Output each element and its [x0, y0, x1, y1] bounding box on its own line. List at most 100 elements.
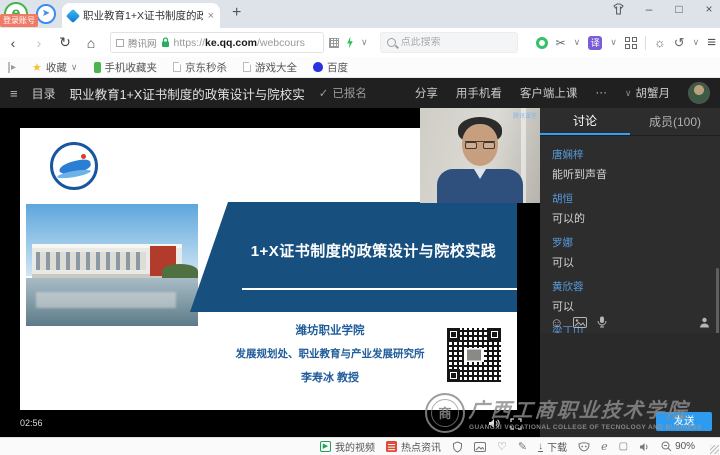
browser-status-bar: ▶我的视频 热点资讯 ♡ ✎ ↓下载 e ▢ 90% — [0, 437, 720, 455]
note-pen-icon[interactable]: ✎ — [518, 440, 527, 453]
chat-message: 唐娴梓 能听到声音 — [552, 147, 708, 182]
home-button[interactable]: ⌂ — [78, 35, 104, 51]
chevron-down-icon[interactable]: ∨ — [361, 37, 368, 48]
bookmark-games[interactable]: 游戏大全 — [243, 60, 297, 75]
back-button[interactable]: ‹ — [0, 35, 26, 51]
forward-button[interactable]: › — [26, 35, 52, 51]
site-label[interactable]: 腾讯网 — [128, 36, 157, 50]
phone-icon — [94, 62, 101, 73]
member-list-icon[interactable] — [699, 317, 710, 328]
apps-grid-icon[interactable] — [625, 37, 637, 49]
volume-icon[interactable] — [488, 418, 500, 429]
tab-favicon-icon — [66, 8, 80, 22]
address-bar[interactable]: 腾讯网 https://ke.qq.com/webcours — [110, 32, 324, 53]
ie-compat-icon[interactable]: e — [601, 440, 608, 453]
bookmark-jd[interactable]: 京东秒杀 — [173, 60, 227, 75]
page-icon — [173, 62, 181, 72]
zoom-level: 90% — [675, 441, 695, 452]
campus-photo — [26, 204, 198, 326]
restore-tabs-icon[interactable]: ↺ — [674, 35, 685, 51]
video-player[interactable]: 1+X证书制度的政策设计与院校实践 潍坊职业学院 发展规划处、职业教育与产业发展… — [0, 108, 540, 437]
watch-on-phone-button[interactable]: 用手机看 — [456, 85, 502, 101]
send-button[interactable]: 发送 — [656, 412, 712, 431]
translate-dropdown-icon[interactable]: ∨ — [610, 37, 617, 48]
side-panel-icon[interactable]: ▸ — [8, 62, 16, 73]
zoom-control[interactable]: 90% — [661, 441, 695, 452]
player-control-bar[interactable]: 02:56 — [0, 410, 540, 437]
user-menu[interactable]: ∨胡蟹月 — [625, 85, 670, 101]
message-text: 可以 — [552, 254, 708, 270]
image-upload-icon[interactable] — [573, 317, 587, 328]
mute-speaker-icon[interactable] — [639, 442, 650, 452]
more-button[interactable]: ··· — [595, 87, 607, 99]
screenshot-dropdown-icon[interactable]: ∨ — [574, 37, 581, 48]
tab-discussion[interactable]: 讨论 — [540, 108, 630, 135]
skin-icon[interactable] — [612, 3, 626, 15]
close-button[interactable]: × — [702, 2, 716, 16]
slide-title-band: 1+X证书制度的政策设计与院校实践 — [190, 202, 517, 312]
site-icon — [116, 39, 124, 47]
star-icon: ★ — [32, 61, 42, 74]
screenshot-tool-icon[interactable] — [474, 442, 486, 452]
hot-news-button[interactable]: 热点资讯 — [386, 439, 441, 454]
new-tab-button[interactable]: + — [232, 4, 241, 22]
course-page: ≡ 目录 职业教育1+X证书制度的政策设计与院校实 ✓已报名 分享 用手机看 客… — [0, 78, 720, 437]
screenshot-scissors-icon[interactable]: ✂ — [556, 36, 566, 50]
favorites-dropdown-icon[interactable]: ∨ — [71, 62, 78, 73]
bookmark-favorites[interactable]: ★收藏∨ — [32, 60, 77, 75]
chat-message: 胡恒 可以的 — [552, 191, 708, 226]
course-title: 职业教育1+X证书制度的政策设计与院校实 — [70, 84, 305, 103]
url-text: https://ke.qq.com/webcours — [174, 37, 305, 49]
secure-lock-icon — [161, 37, 170, 48]
message-author: 唐娴梓 — [552, 147, 708, 162]
flash-accelerate-icon[interactable] — [346, 37, 354, 49]
divider — [242, 288, 520, 290]
bookmark-baidu[interactable]: 百度 — [313, 60, 348, 75]
slide-title: 1+X证书制度的政策设计与院校实践 — [236, 240, 511, 261]
tab-close-icon[interactable]: × — [208, 10, 214, 22]
security-shield-icon[interactable] — [452, 441, 463, 453]
speed-mode-icon[interactable]: ➤ — [36, 4, 56, 24]
menu-icon[interactable]: ≡ — [707, 34, 716, 51]
login-account-badge[interactable]: 登录账号 — [0, 14, 38, 27]
search-box[interactable] — [380, 32, 518, 53]
fullscreen-icon[interactable] — [510, 418, 522, 430]
favorites-heart-icon[interactable]: ♡ — [497, 440, 507, 453]
my-videos-button[interactable]: ▶我的视频 — [320, 439, 375, 454]
chat-sidebar: 讨论 成员(100) 唐娴梓 能听到声音 胡恒 可以的 罗娜 可以 黄欣蓉 — [540, 108, 720, 437]
check-icon: ✓ — [319, 86, 329, 100]
enrolled-badge: ✓已报名 — [319, 85, 367, 101]
proxy-ring-icon[interactable] — [536, 37, 548, 49]
tab-title: 职业教育1+X证书制度的政策 — [83, 8, 203, 23]
share-button[interactable]: 分享 — [415, 85, 438, 101]
client-class-button[interactable]: 客户端上课 — [520, 85, 578, 101]
search-input[interactable] — [401, 37, 511, 48]
emoji-icon[interactable]: ☺ — [550, 315, 563, 330]
reload-button[interactable]: ↻ — [52, 34, 78, 51]
mic-icon[interactable] — [597, 316, 607, 328]
minimize-button[interactable]: – — [642, 2, 656, 16]
qr-code — [445, 326, 503, 384]
translate-icon[interactable]: 译 — [588, 36, 602, 50]
message-author: 罗娜 — [552, 235, 708, 250]
page-icon — [243, 62, 251, 72]
presenter-webcam[interactable]: 腾讯课堂 — [420, 108, 540, 203]
avatar[interactable] — [688, 82, 710, 104]
download-button[interactable]: ↓下载 — [538, 439, 567, 454]
playback-time: 02:56 — [20, 418, 43, 428]
privacy-mask-icon[interactable] — [578, 442, 590, 452]
window-mode-icon[interactable]: ▢ — [619, 441, 628, 452]
toc-label[interactable]: 目录 — [32, 85, 56, 102]
qr-code-icon[interactable] — [329, 38, 339, 48]
toc-hamburger-icon[interactable]: ≡ — [10, 86, 18, 101]
restore-dropdown-icon[interactable]: ∨ — [693, 37, 700, 48]
resize-grip[interactable] — [710, 445, 719, 454]
bookmarks-bar: ▸ ★收藏∨ 手机收藏夹 京东秒杀 游戏大全 百度 — [0, 57, 720, 78]
night-mode-icon[interactable]: ☼ — [654, 35, 666, 50]
download-icon: ↓ — [538, 442, 543, 452]
browser-toolbar: ‹ › ↻ ⌂ 腾讯网 https://ke.qq.com/webcours ∨… — [0, 28, 720, 57]
maximize-button[interactable]: □ — [672, 2, 686, 16]
browser-tab[interactable]: 职业教育1+X证书制度的政策 × — [62, 3, 220, 28]
tab-members[interactable]: 成员(100) — [630, 108, 720, 135]
bookmark-mobile-folder[interactable]: 手机收藏夹 — [94, 60, 158, 75]
